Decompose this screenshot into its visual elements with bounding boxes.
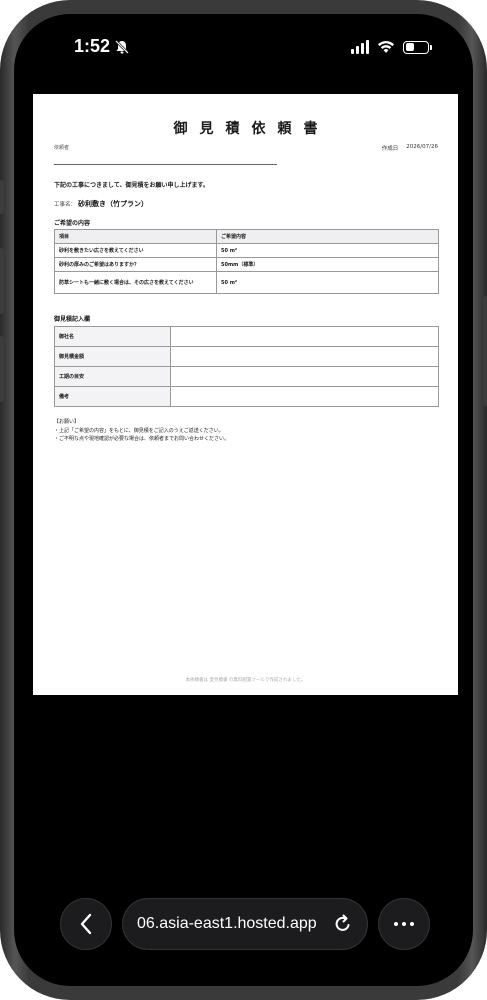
note-item: ・上記「ご希望の内容」をもとに、御見積をご記入のうえご返送ください。 — [54, 427, 224, 434]
quotation-document: 御見積依頼書 依頼者 作成日 2026/07/26 下記の工事につきまして、御見… — [33, 94, 458, 695]
document-title: 御見積依頼書 — [173, 121, 330, 137]
row-answer: 50mm（標準） — [216, 257, 439, 272]
table-row: 御見積金額 — [54, 346, 439, 367]
back-button[interactable] — [60, 898, 112, 950]
power-button — [483, 296, 487, 406]
header-item: 項目 — [54, 229, 217, 244]
silent-switch — [0, 180, 4, 214]
remarks-label: 備考 — [54, 386, 171, 407]
table-row: 砂利を敷きたい広さを教えてください 50 m² — [54, 243, 439, 258]
company-name-field — [170, 326, 439, 347]
status-icons — [351, 40, 432, 54]
table-row: 御社名 — [54, 326, 439, 347]
row-answer: 50 m² — [216, 271, 439, 294]
status-bar: 1:52 — [14, 14, 473, 80]
work-period-label: 工期の目安 — [54, 366, 171, 387]
table-row: 備考 — [54, 386, 439, 407]
table-row: 防草シートも一緒に敷く場合は、その広さを教えてください 50 m² — [54, 271, 439, 294]
header-request: ご希望内容 — [216, 229, 439, 244]
note-item: ・ご不明な点や現地確認が必要な場合は、依頼者までお問い合わせください。 — [54, 436, 230, 442]
row-question: 防草シートも一緒に敷く場合は、その広さを教えてください — [54, 271, 217, 294]
status-time: 1:52 — [74, 36, 111, 56]
project-name: 砂利敷き（竹プラン） — [78, 200, 149, 208]
work-period-field — [170, 366, 439, 387]
date-value: 2026/07/26 — [406, 144, 438, 150]
reload-icon[interactable] — [333, 914, 353, 934]
row-question: 砂利を敷きたい広さを教えてください — [54, 243, 217, 258]
notes: 【お願い】 ・上記「ご希望の内容」をもとに、御見積をご記入のうえご返送ください。… — [54, 418, 229, 444]
creation-date: 作成日 2026/07/26 — [382, 144, 438, 152]
table-row: 砂利の厚みのご希望はありますか？ 50mm（標準） — [54, 257, 439, 272]
date-label: 作成日 — [381, 146, 399, 152]
requester-label: 依頼者 — [54, 145, 70, 151]
quote-amount-label: 御見積金額 — [54, 346, 171, 367]
battery-icon — [403, 40, 432, 54]
volume-up-button — [0, 248, 4, 314]
phone-frame: 1:52 御見積依頼書 依頼者 作成日 2026/07/26 下記の工事につきま… — [0, 0, 487, 1000]
quote-entry-table: 御社名 御見積金額 工期の目安 備考 — [54, 326, 439, 407]
chevron-left-icon — [80, 913, 92, 935]
intro-text: 下記の工事につきまして、御見積をお願い申し上げます。 — [54, 182, 209, 189]
document-footer: 本依頼書は 愛見積書 の無料配置ツールで作成されました。 — [185, 678, 306, 683]
request-table: 項目 ご希望内容 砂利を敷きたい広さを教えてください 50 m² 砂利の厚みのご… — [54, 229, 439, 294]
quote-amount-field — [170, 346, 439, 367]
row-answer: 50 m² — [216, 243, 439, 258]
volume-down-button — [0, 336, 4, 402]
browser-bottom-bar: 06.asia-east1.hosted.app — [14, 894, 473, 954]
row-question: 砂利の厚みのご希望はありますか？ — [54, 257, 217, 272]
screen: 1:52 御見積依頼書 依頼者 作成日 2026/07/26 下記の工事につきま… — [14, 14, 473, 986]
table-row: 工期の目安 — [54, 366, 439, 387]
wifi-icon — [378, 41, 394, 53]
table-header-row: 項目 ご希望内容 — [54, 229, 439, 244]
company-name-label: 御社名 — [54, 326, 171, 347]
more-dots-icon — [394, 922, 414, 926]
section-title-request: ご希望の内容 — [54, 220, 91, 227]
bell-slash-icon — [115, 39, 129, 54]
status-clock: 1:52 — [74, 36, 130, 57]
url-text: 06.asia-east1.hosted.app — [137, 915, 317, 932]
section-title-quote-entry: 御見積記入欄 — [54, 316, 91, 323]
signal-icon — [351, 40, 369, 54]
notes-title: 【お願い】 — [54, 419, 80, 425]
requester-signature-line — [54, 164, 277, 165]
remarks-field — [170, 386, 439, 407]
project-name-row: 工事名： 砂利敷き（竹プラン） — [54, 199, 148, 209]
more-button[interactable] — [378, 898, 430, 950]
address-bar[interactable]: 06.asia-east1.hosted.app — [122, 898, 368, 950]
project-label: 工事名： — [54, 202, 77, 208]
